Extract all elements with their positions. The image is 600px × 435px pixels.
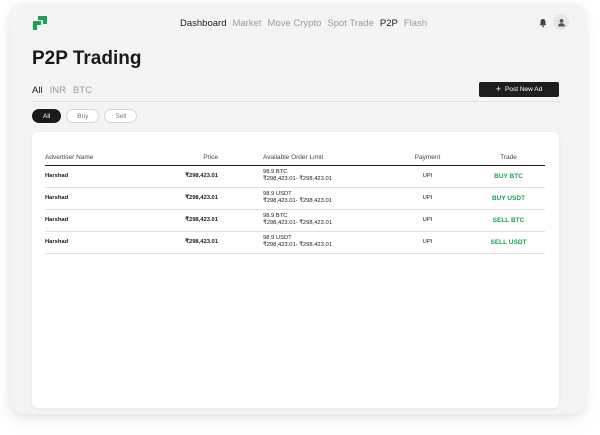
header-order-limit: Available Order Limit	[221, 150, 335, 166]
post-new-ad-button[interactable]: + Post New Ad	[479, 82, 559, 97]
trade-action-link[interactable]: SELL BTC	[460, 209, 545, 232]
header-trade: Trade	[460, 150, 545, 166]
payment-method: UPI	[335, 165, 460, 188]
order-limit-cell: 98.9 BTC ₹298,423.01- ₹298,423.01	[221, 209, 335, 232]
order-limit-cell: 98.9 USDT ₹298,423.01- ₹298,423.01	[221, 231, 335, 254]
nav-item-p2p[interactable]: P2P	[380, 18, 398, 29]
payment-method: UPI	[335, 187, 460, 210]
limit-range: ₹298,423.01- ₹298,423.01	[263, 176, 332, 182]
page-title: P2P Trading	[32, 48, 142, 69]
asset-tabs: All INR BTC	[32, 85, 92, 96]
nav-item-spot-trade[interactable]: Spot Trade	[327, 18, 373, 29]
advertiser-name: Harshad	[45, 209, 125, 232]
advertiser-name: Harshad	[45, 231, 125, 254]
main-nav: Dashboard Market Move Crypto Spot Trade P2P F…	[180, 18, 427, 29]
bell-icon[interactable]	[538, 18, 548, 28]
table-row: Harshad ₹298,423.01 98.9 BTC ₹298,423.01- ₹…	[45, 165, 545, 188]
tab-inr[interactable]: INR	[50, 85, 66, 96]
avatar[interactable]	[553, 14, 569, 30]
trade-action-link[interactable]: BUY BTC	[460, 165, 545, 188]
order-limit-cell: 98.9 USDT ₹298,423.01- ₹298,423.01	[221, 187, 335, 210]
tab-btc[interactable]: BTC	[73, 85, 92, 96]
divider	[32, 101, 560, 102]
app-window: Dashboard Market Move Crypto Spot Trade P2P F…	[10, 3, 585, 414]
nav-item-flash[interactable]: Flash	[404, 18, 427, 29]
trade-type-filters: All Buy Sell	[32, 109, 138, 123]
post-new-ad-label: Post New Ad	[505, 86, 543, 93]
brand-logo-icon[interactable]	[32, 15, 48, 31]
available-amount: 98.9 USDT	[263, 234, 292, 241]
nav-item-move-crypto[interactable]: Move Crypto	[268, 18, 322, 29]
price-cell: ₹298,423.01	[125, 231, 221, 254]
limit-range: ₹298,423.01- ₹298,423.01	[263, 242, 332, 248]
price-cell: ₹298,423.01	[125, 209, 221, 232]
offers-table: Advertiser Name Price Available Order Li…	[45, 150, 545, 254]
nav-item-market[interactable]: Market	[232, 18, 261, 29]
price-cell: ₹298,423.01	[125, 187, 221, 210]
filter-buy-button[interactable]: Buy	[66, 109, 100, 123]
plus-icon: +	[495, 84, 502, 94]
limit-range: ₹298,423.01- ₹298,423.01	[263, 220, 332, 226]
price-cell: ₹298,423.01	[125, 165, 221, 188]
table-row: Harshad ₹298,423.01 98.9 BTC ₹298,423.01- ₹…	[45, 209, 545, 232]
nav-item-dashboard[interactable]: Dashboard	[180, 18, 226, 29]
available-amount: 98.9 USDT	[263, 190, 292, 197]
trade-action-link[interactable]: BUY USDT	[460, 187, 545, 210]
limit-range: ₹298,423.01- ₹298,423.01	[263, 198, 332, 204]
advertiser-name: Harshad	[45, 165, 125, 188]
table-row: Harshad ₹298,423.01 98.9 USDT ₹298,423.01- …	[45, 231, 545, 254]
filter-all-button[interactable]: All	[32, 109, 62, 123]
table-header-row: Advertiser Name Price Available Order Li…	[45, 150, 545, 166]
table-row: Harshad ₹298,423.01 98.9 USDT ₹298,423.01- …	[45, 187, 545, 210]
header-advertiser-name: Advertiser Name	[45, 150, 125, 166]
tab-all[interactable]: All	[32, 85, 43, 96]
header-price: Price	[125, 150, 221, 166]
order-limit-cell: 98.9 BTC ₹298,423.01- ₹298,423.01	[221, 165, 335, 188]
payment-method: UPI	[335, 209, 460, 232]
payment-method: UPI	[335, 231, 460, 254]
top-navbar: Dashboard Market Move Crypto Spot Trade P2P F…	[10, 3, 585, 41]
offers-card: Advertiser Name Price Available Order Li…	[32, 132, 559, 408]
filter-sell-button[interactable]: Sell	[104, 109, 138, 123]
available-amount: 98.9 BTC	[263, 168, 288, 175]
advertiser-name: Harshad	[45, 187, 125, 210]
trade-action-link[interactable]: SELL USDT	[460, 231, 545, 254]
available-amount: 98.9 BTC	[263, 212, 288, 219]
header-payment: Payment	[335, 150, 460, 166]
user-icon	[557, 18, 565, 27]
